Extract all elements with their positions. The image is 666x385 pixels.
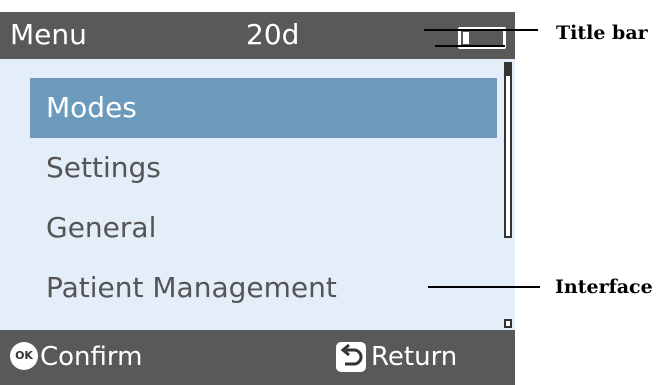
- menu-item-general[interactable]: General: [30, 198, 497, 258]
- menu-item-patient-management[interactable]: Patient Management: [30, 258, 497, 318]
- menu-item-settings[interactable]: Settings: [30, 138, 497, 198]
- scrollbar-thumb[interactable]: [506, 64, 510, 76]
- scrollbar[interactable]: [504, 62, 512, 238]
- interface-callout-line: [428, 286, 540, 288]
- confirm-label: Confirm: [40, 342, 143, 372]
- soft-key-bar: OK Confirm Return: [0, 330, 515, 385]
- title-bar-callout-line: [424, 29, 538, 31]
- title-bar: Menu 20d: [0, 12, 515, 59]
- menu-item-modes[interactable]: Modes: [30, 78, 497, 138]
- title-bar-callout-line-lower: [435, 45, 505, 47]
- battery-level: [463, 32, 469, 44]
- ok-icon: OK: [10, 342, 38, 370]
- title-bar-callout-label: Title bar: [556, 22, 648, 44]
- return-button[interactable]: Return: [336, 340, 506, 376]
- menu-title: Menu: [10, 18, 87, 51]
- scrollbar-end-marker: [504, 319, 512, 328]
- return-label: Return: [371, 342, 458, 372]
- device-screen: Menu 20d Modes Settings General Patient …: [0, 12, 515, 385]
- day-counter: 20d: [246, 18, 300, 51]
- return-arrow-icon: [336, 342, 366, 372]
- interface-callout-label: Interface: [555, 276, 653, 298]
